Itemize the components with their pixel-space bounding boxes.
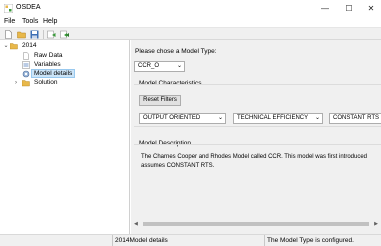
status-context: 2014Model details: [113, 235, 265, 246]
status-blank: [0, 235, 113, 246]
rts-value: CONSTANT RTS: [333, 115, 380, 121]
title-bar: OSDEA — ☐ ✕: [0, 0, 381, 17]
expand-icon[interactable]: ›: [13, 80, 19, 86]
folder-icon: [22, 79, 30, 86]
open-folder-icon[interactable]: [17, 30, 26, 39]
project-tree: ⌄ 2014 Raw Data Variables Model details …: [0, 40, 130, 234]
model-details-panel: Please chose a Model Type: CCR_O ⌄ Model…: [131, 40, 381, 234]
app-icon: [4, 4, 13, 13]
minimize-button[interactable]: —: [313, 0, 337, 17]
status-year: 2014: [115, 237, 130, 244]
tree-item-label: 2014: [22, 42, 37, 49]
tree-item-variables[interactable]: Variables: [22, 60, 63, 69]
model-type-prompt: Please chose a Model Type:: [135, 48, 217, 55]
orientation-select[interactable]: OUTPUT ORIENTED ⌄: [139, 113, 226, 124]
status-message: The Model Type is configured.: [267, 237, 354, 244]
efficiency-value: TECHNICAL EFFICIENCY: [237, 115, 309, 121]
description-line-2: assumes CONSTANT RTS.: [141, 163, 215, 169]
tree-item-model-details[interactable]: Model details: [22, 69, 76, 78]
menu-file[interactable]: File: [4, 17, 15, 27]
menu-help[interactable]: Help: [43, 17, 57, 27]
tree-item-label: Solution: [34, 79, 58, 86]
scroll-right-icon[interactable]: ▶: [374, 220, 378, 228]
model-type-select[interactable]: CCR_O ⌄: [134, 61, 185, 72]
close-button[interactable]: ✕: [359, 0, 381, 17]
document-icon: [23, 51, 29, 60]
collapse-icon[interactable]: ⌄: [3, 43, 9, 49]
variables-icon: [22, 60, 30, 69]
model-type-value: CCR_O: [138, 63, 160, 69]
run-icon[interactable]: [47, 30, 56, 39]
orientation-value: OUTPUT ORIENTED: [143, 115, 201, 121]
rts-select[interactable]: CONSTANT RTS: [329, 113, 381, 124]
status-bar: 2014Model details The Model Type is conf…: [0, 234, 381, 246]
model-settings-icon: [22, 70, 30, 77]
horizontal-scrollbar[interactable]: ◀ ▶: [131, 220, 381, 228]
new-file-icon[interactable]: [4, 30, 13, 39]
window-title: OSDEA: [16, 4, 41, 11]
save-icon[interactable]: [30, 30, 39, 39]
description-line-1: The Charnes Cooper and Rhodes Model call…: [141, 154, 367, 160]
menu-bar: File Tools Help: [0, 17, 381, 27]
chevron-down-icon: ⌄: [217, 115, 223, 121]
scroll-thumb[interactable]: [143, 222, 369, 226]
reset-filters-button[interactable]: Reset Filters: [139, 95, 181, 106]
tree-item-raw-data[interactable]: Raw Data: [22, 51, 65, 60]
scroll-left-icon[interactable]: ◀: [134, 220, 138, 228]
toolbar: [0, 27, 381, 40]
run-all-icon[interactable]: [60, 30, 69, 39]
menu-tools[interactable]: Tools: [22, 17, 38, 27]
chevron-down-icon: ⌄: [314, 115, 320, 121]
tree-item-label: Model details: [30, 69, 76, 78]
chevron-down-icon: ⌄: [176, 63, 182, 69]
tree-item-label: Raw Data: [34, 52, 63, 59]
status-section: Model details: [129, 237, 168, 244]
tree-item-2014[interactable]: 2014: [10, 41, 38, 50]
efficiency-select[interactable]: TECHNICAL EFFICIENCY ⌄: [233, 113, 323, 124]
folder-open-icon: [10, 42, 18, 49]
tree-item-label: Variables: [34, 61, 61, 68]
tree-item-solution[interactable]: Solution: [22, 78, 60, 87]
toolbar-separator: [43, 30, 44, 39]
maximize-button[interactable]: ☐: [337, 0, 361, 17]
